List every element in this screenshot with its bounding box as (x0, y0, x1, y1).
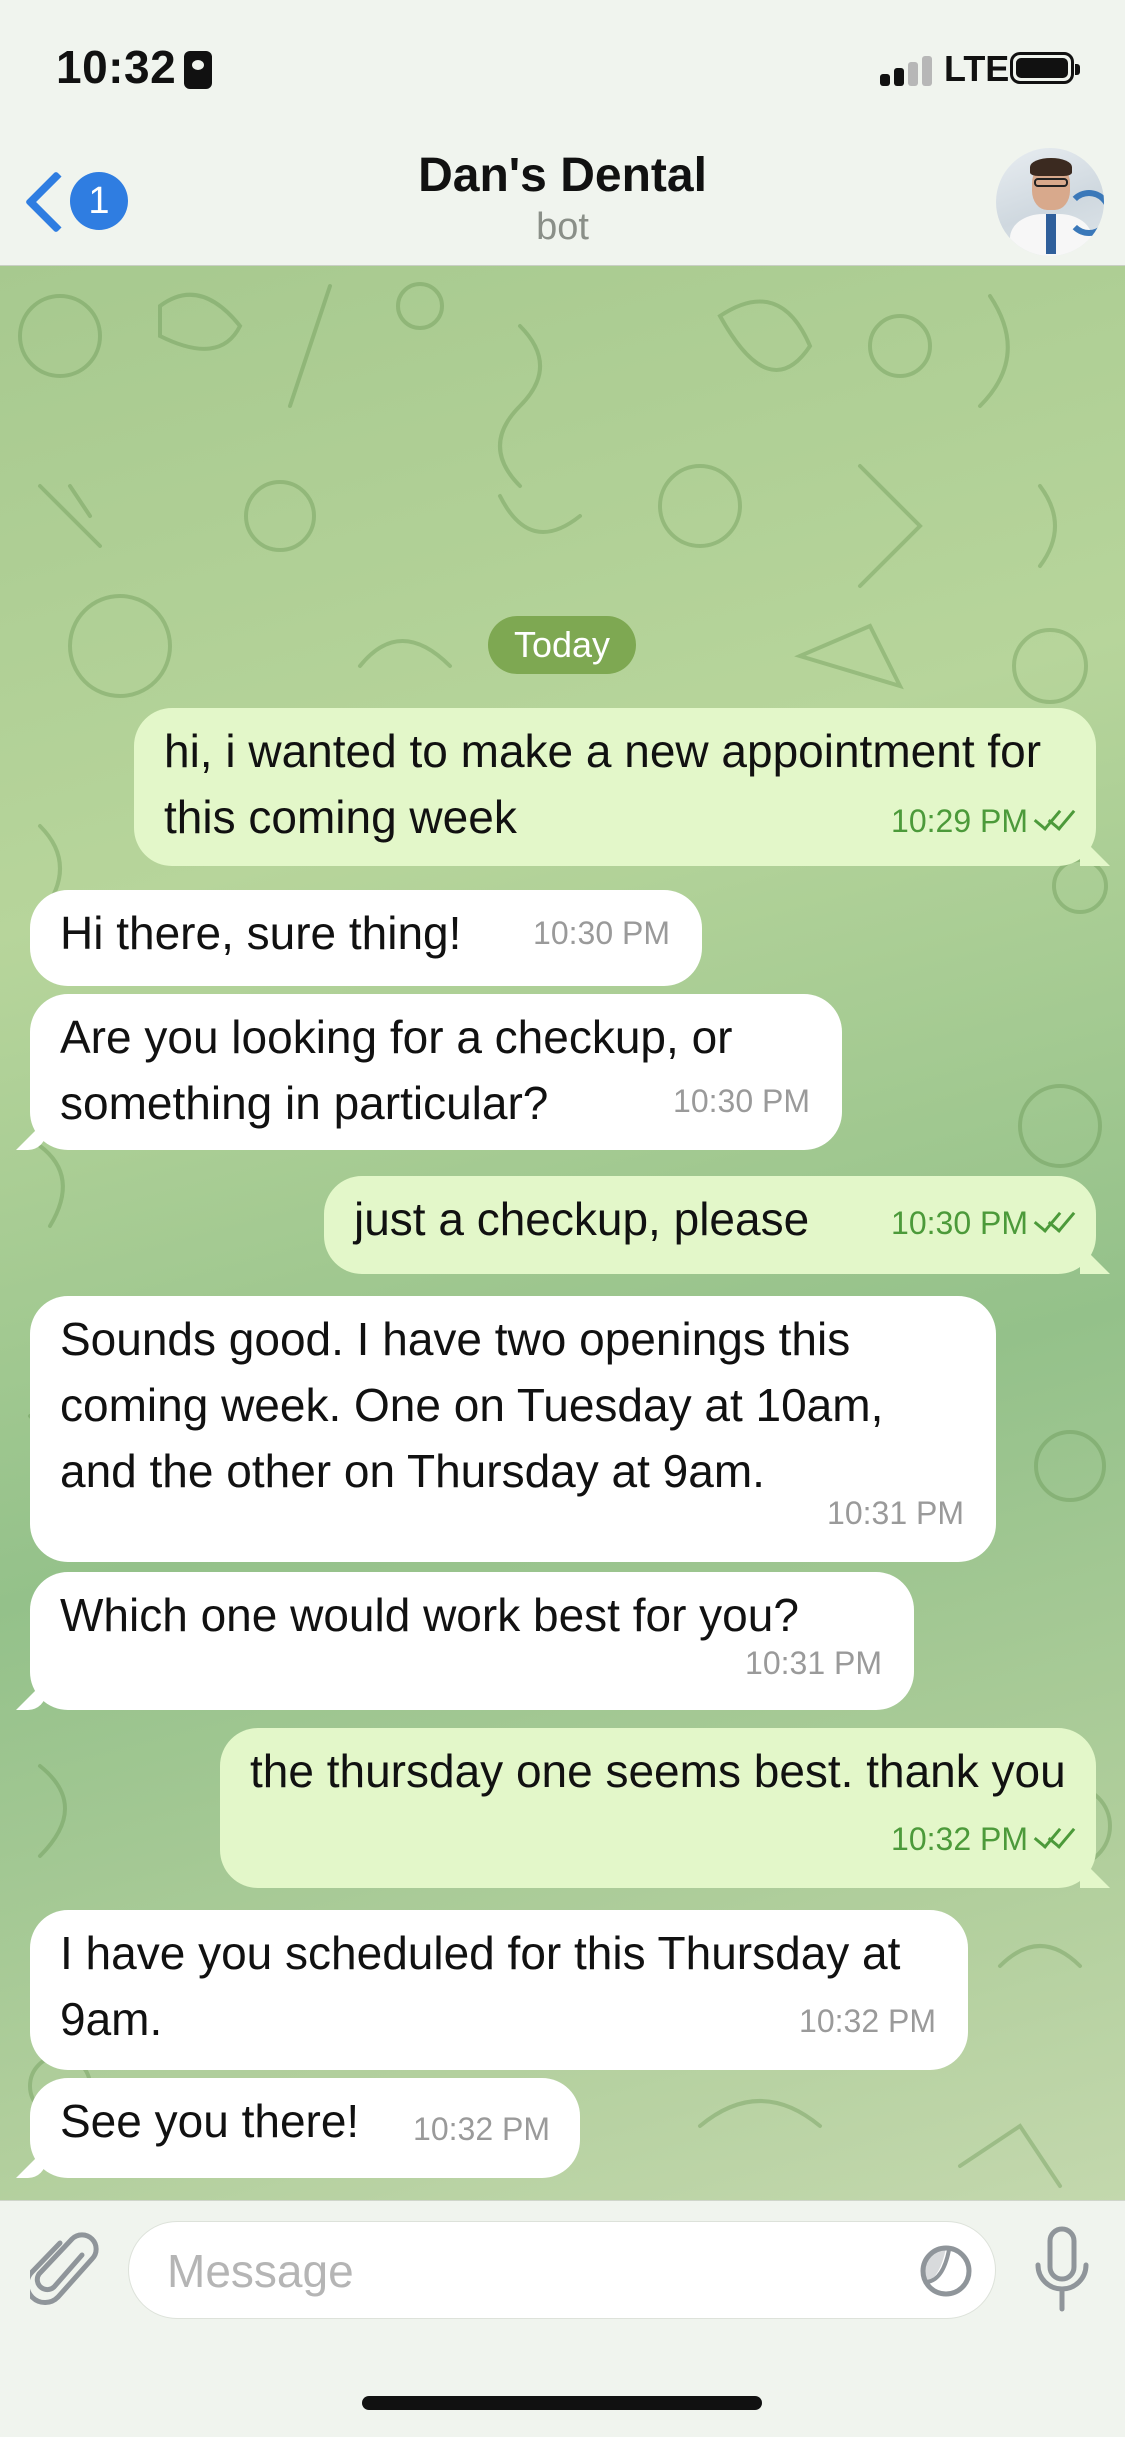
double-check-icon (1034, 1212, 1074, 1236)
chat-subtitle: bot (536, 206, 589, 248)
network-label: LTE (944, 48, 1010, 89)
message-text: Are you looking for a checkup, or someth… (60, 1011, 733, 1129)
chat-area[interactable]: Today hi, i wanted to make a new appoint… (0, 266, 1125, 2200)
microphone-icon[interactable] (1030, 2225, 1094, 2317)
contact-card-icon (184, 51, 213, 89)
message-bubble-incoming[interactable]: Which one would work best for you? 10:31… (16, 1572, 914, 1710)
message-time: 10:30 PM (673, 1083, 810, 1119)
message-time: 10:29 PM (891, 788, 1074, 854)
message-time: 10:31 PM (745, 1645, 882, 1681)
message-time: 10:32 PM (799, 2003, 936, 2039)
status-time-text: 10:32 (56, 41, 177, 93)
double-check-icon (1034, 810, 1074, 834)
message-time: 10:32 PM (413, 2111, 550, 2147)
message-bubble-incoming[interactable]: Hi there, sure thing! 10:30 PM (30, 890, 702, 986)
message-text: I have you scheduled for this Thursday a… (60, 1927, 901, 2045)
attachment-icon[interactable] (30, 2231, 100, 2311)
sticker-icon[interactable] (919, 2244, 973, 2298)
message-bubble-incoming[interactable]: Are you looking for a checkup, or someth… (16, 994, 842, 1150)
home-indicator[interactable] (362, 2396, 762, 2410)
message-time: 10:31 PM (827, 1495, 964, 1531)
message-bubble-outgoing[interactable]: hi, i wanted to make a new appointment f… (134, 708, 1110, 866)
message-input[interactable]: Message (128, 2221, 996, 2319)
message-bubble-incoming[interactable]: I have you scheduled for this Thursday a… (30, 1910, 968, 2070)
avatar[interactable] (996, 148, 1104, 256)
message-text: Which one would work best for you? (60, 1589, 799, 1641)
signal-icon (880, 52, 936, 86)
message-time: 10:30 PM (891, 1190, 1074, 1256)
message-text: just a checkup, please (354, 1193, 810, 1245)
message-text: Sounds good. I have two openings this co… (60, 1313, 884, 1497)
status-bar: 10:32 LTE (0, 0, 1125, 140)
message-text: Hi there, sure thing! (60, 907, 462, 959)
date-separator: Today (488, 616, 636, 674)
message-time: 10:32 PM (891, 1806, 1074, 1872)
message-time: 10:30 PM (533, 915, 670, 951)
double-check-icon (1034, 1828, 1074, 1852)
message-placeholder: Message (167, 2245, 354, 2297)
message-bubble-incoming[interactable]: Sounds good. I have two openings this co… (30, 1296, 996, 1562)
message-bubble-incoming[interactable]: See you there! 10:32 PM (16, 2078, 580, 2178)
message-bubble-outgoing[interactable]: the thursday one seems best. thank you 1… (220, 1728, 1110, 1888)
message-bubble-outgoing[interactable]: just a checkup, please 10:30 PM (324, 1176, 1110, 1274)
message-text: the thursday one seems best. thank you (250, 1745, 1066, 1797)
status-time: 10:32 (56, 40, 213, 94)
message-text: See you there! (60, 2095, 360, 2147)
battery-icon (1010, 52, 1080, 84)
chat-header: 1 Dan's Dental bot (0, 140, 1125, 266)
chat-title[interactable]: Dan's Dental (0, 148, 1125, 203)
